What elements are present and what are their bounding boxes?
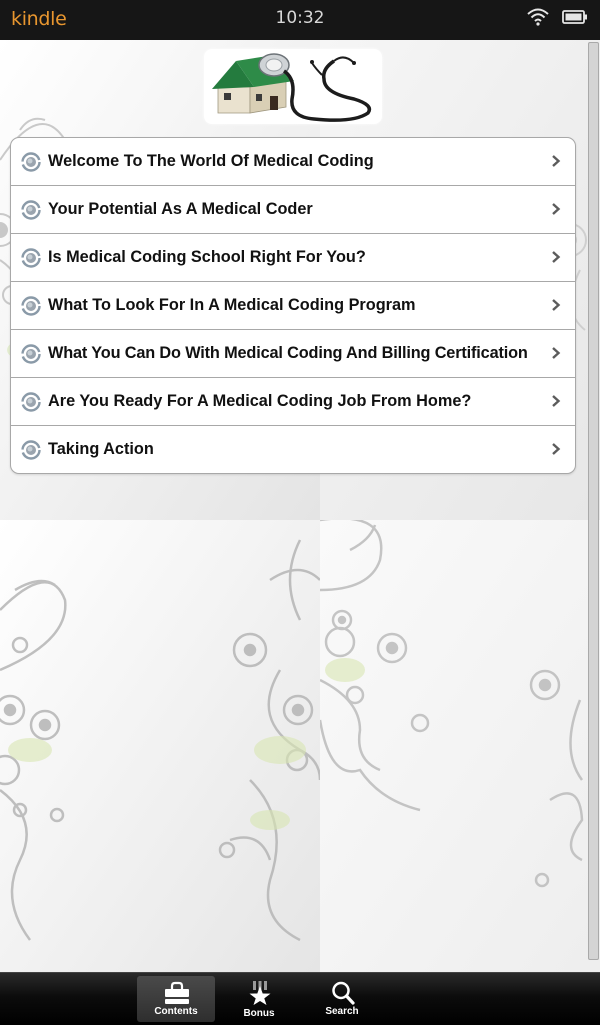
contents-list: Welcome To The World Of Medical Coding Y… xyxy=(10,137,576,474)
radio-bullet-icon xyxy=(21,344,41,364)
medal-star-icon xyxy=(249,981,271,1005)
background-swirl-tile xyxy=(320,520,600,972)
list-item-label: Your Potential As A Medical Coder xyxy=(48,200,313,218)
battery-icon xyxy=(562,10,587,24)
radio-bullet-icon xyxy=(21,392,41,412)
list-item-label: Are You Ready For A Medical Coding Job F… xyxy=(48,392,472,410)
radio-bullet-icon xyxy=(21,152,41,172)
app-logo xyxy=(204,49,382,124)
chevron-right-icon xyxy=(552,299,561,311)
radio-bullet-icon xyxy=(21,296,41,316)
tab-label: Bonus xyxy=(243,1008,275,1019)
briefcase-icon xyxy=(165,981,189,1004)
bottom-tab-bar: Contents Bonus Search xyxy=(0,972,600,1025)
radio-bullet-icon xyxy=(21,440,41,460)
tab-label: Search xyxy=(325,1006,359,1017)
chevron-right-icon xyxy=(552,251,561,263)
list-item[interactable]: Are You Ready For A Medical Coding Job F… xyxy=(11,378,575,426)
list-item-label: Is Medical Coding School Right For You? xyxy=(48,248,366,266)
list-item-label: Welcome To The World Of Medical Coding xyxy=(48,152,374,170)
wifi-icon xyxy=(527,8,549,26)
tab-bonus[interactable]: Bonus xyxy=(220,976,298,1022)
tab-label: Contents xyxy=(154,1006,198,1017)
list-item[interactable]: Welcome To The World Of Medical Coding xyxy=(11,138,575,186)
clock: 10:32 xyxy=(275,8,325,28)
chevron-right-icon xyxy=(552,443,561,455)
list-item-label: What To Look For In A Medical Coding Pro… xyxy=(48,296,416,314)
list-item[interactable]: What You Can Do With Medical Coding And … xyxy=(11,330,575,378)
search-icon xyxy=(332,981,355,1005)
chevron-right-icon xyxy=(552,395,561,407)
status-bar: kindle 10:32 xyxy=(0,0,600,40)
house-stethoscope-image xyxy=(212,53,372,122)
chevron-right-icon xyxy=(552,347,561,359)
content-area: Welcome To The World Of Medical Coding Y… xyxy=(0,40,600,972)
list-item-label: Taking Action xyxy=(48,440,154,458)
chevron-right-icon xyxy=(552,203,561,215)
radio-bullet-icon xyxy=(21,248,41,268)
list-item-label: What You Can Do With Medical Coding And … xyxy=(48,344,528,362)
background-swirl-tile xyxy=(0,520,320,972)
tab-contents[interactable]: Contents xyxy=(137,976,215,1022)
list-item[interactable]: What To Look For In A Medical Coding Pro… xyxy=(11,282,575,330)
list-item[interactable]: Taking Action xyxy=(11,426,575,473)
tab-search[interactable]: Search xyxy=(303,976,381,1022)
chevron-right-icon xyxy=(552,155,561,167)
list-item[interactable]: Is Medical Coding School Right For You? xyxy=(11,234,575,282)
radio-bullet-icon xyxy=(21,200,41,220)
list-item[interactable]: Your Potential As A Medical Coder xyxy=(11,186,575,234)
vertical-scrollbar[interactable] xyxy=(588,42,599,960)
